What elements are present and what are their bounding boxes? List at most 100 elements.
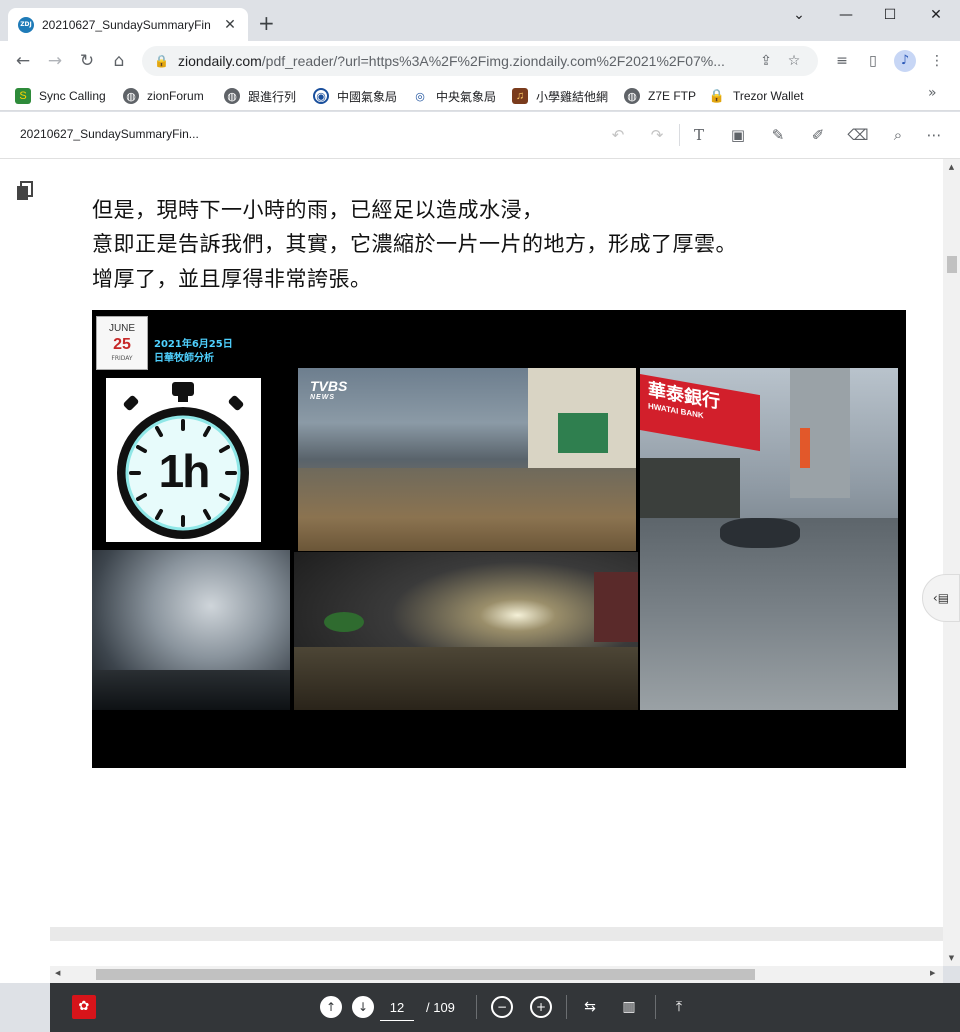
- cwb-icon: ◎: [412, 88, 428, 104]
- bookmark-label: Z7E FTP: [648, 89, 697, 103]
- fit-width-icon[interactable]: ⇆: [579, 996, 601, 1018]
- lock-icon[interactable]: 🔒: [154, 54, 169, 68]
- forward-arrow-icon[interactable]: →: [44, 50, 66, 72]
- calendar-day: 25: [113, 336, 131, 353]
- roadside-shrub-shape: [324, 612, 364, 632]
- tab-strip: ZDJ 20210627_SundaySummaryFin ✕ + ⌄ — ☐ …: [0, 0, 960, 41]
- highlight-tool-icon[interactable]: ✎: [767, 124, 789, 146]
- toolbar-divider: [679, 124, 680, 146]
- browser-toolbar: ← → ↻ ⌂ 🔒 ziondaily.com/pdf_reader/?url=…: [0, 41, 960, 81]
- storm-cloud-photo: [92, 550, 290, 710]
- profile-avatar-icon[interactable]: ♪: [894, 50, 916, 72]
- home-icon[interactable]: ⌂: [108, 50, 130, 72]
- bookmark-follow-up-queue[interactable]: ◍ 跟進行列: [224, 86, 296, 106]
- download-icon[interactable]: ⤒: [668, 996, 690, 1018]
- weather-bureau-icon: ◉: [313, 88, 329, 104]
- pdf-bottom-bar: ✿ ↑ ↓ 12 / 109 − + ⇆ ▥ ⤒: [50, 983, 960, 1032]
- comment-tool-icon[interactable]: ▣: [727, 124, 749, 146]
- maximize-window-button[interactable]: ☐: [867, 4, 913, 26]
- back-arrow-icon[interactable]: ←: [12, 50, 34, 72]
- sync-calling-icon: S: [15, 88, 31, 104]
- truck-shape: [594, 572, 638, 642]
- draw-tool-icon[interactable]: ✐: [807, 124, 829, 146]
- pdf-header-toolbar: 20210627_SundaySummaryFin... ↶ ↷ T ▣ ✎ ✐…: [0, 112, 960, 159]
- bookmark-guitar-site[interactable]: ♫ 小學雞結他網: [512, 86, 608, 106]
- night-floodwater-shape: [294, 647, 638, 710]
- image-caption: 2021年6月25日 日華牧師分析: [154, 338, 233, 366]
- bookmark-china-meteorological[interactable]: ◉ 中國氣象局: [313, 86, 397, 106]
- url-text[interactable]: ziondaily.com/pdf_reader/?url=https%3A%2…: [178, 53, 752, 69]
- caption-author: 日華牧師分析: [154, 353, 214, 364]
- caption-date: 2021年6月25日: [154, 339, 233, 350]
- zoom-in-icon[interactable]: +: [530, 996, 552, 1018]
- guitar-icon: ♫: [512, 88, 528, 104]
- scroll-left-arrow-icon[interactable]: ◀: [55, 969, 60, 977]
- vertical-scroll-thumb[interactable]: [947, 256, 957, 273]
- new-tab-button[interactable]: +: [258, 13, 275, 33]
- browser-menu-icon[interactable]: ⋮: [925, 50, 949, 72]
- search-icon[interactable]: ⌕: [887, 124, 909, 146]
- bookmark-sync-calling[interactable]: S Sync Calling: [15, 86, 106, 106]
- scroll-right-arrow-icon[interactable]: ▶: [930, 969, 935, 977]
- fit-page-icon[interactable]: ▥: [618, 996, 640, 1018]
- scroll-up-arrow-icon[interactable]: ▲: [943, 163, 960, 171]
- lock-icon: 🔒: [708, 88, 726, 103]
- tab-close-icon[interactable]: ✕: [222, 17, 238, 33]
- pdf-text-line-3: 增厚了，並且厚得非常誇張。: [92, 267, 372, 291]
- flooded-street-photo: TVBS NEWS: [298, 368, 636, 551]
- zoom-out-icon[interactable]: −: [491, 996, 513, 1018]
- tvbs-news-logo: TVBS NEWS: [310, 379, 347, 404]
- bottom-divider: [476, 995, 477, 1019]
- bookmark-z7e-ftp[interactable]: ◍ Z7E FTP: [624, 86, 696, 106]
- vertical-scrollbar[interactable]: ▲ ▼: [943, 159, 960, 966]
- tab-search-chevron-icon[interactable]: ⌄: [776, 4, 822, 26]
- more-options-icon[interactable]: ⋯: [923, 124, 945, 146]
- pdf-viewport[interactable]: 但是，現時下一小時的雨，已經足以造成水浸， 意即正是告訴我們，其實，它濃縮於一片…: [50, 159, 943, 966]
- url-path: /pdf_reader/?url=https%3A%2F%2Fimg.ziond…: [261, 53, 725, 69]
- bookmarks-overflow-icon[interactable]: »: [928, 85, 937, 101]
- floodwater-shape: [298, 468, 636, 551]
- stopwatch-panel: 1h: [106, 378, 261, 542]
- eraser-tool-icon[interactable]: ⌫: [847, 124, 869, 146]
- globe-icon: ◍: [224, 88, 240, 104]
- bookmark-zionforum[interactable]: ◍ zionForum: [123, 86, 204, 106]
- calendar-page-icon: JUNE 25 FRIDAY: [96, 316, 148, 370]
- side-panel-icon[interactable]: ▯: [861, 50, 885, 72]
- bookmarks-bar: S Sync Calling ◍ zionForum ◍ 跟進行列 ◉ 中國氣象…: [0, 81, 960, 111]
- submerged-scooters-shape: [720, 518, 800, 548]
- pdf-text-line-2: 意即正是告訴我們，其實，它濃縮於一片一片的地方，形成了厚雲。: [92, 232, 737, 256]
- share-icon[interactable]: ⇪: [752, 53, 780, 69]
- address-bar[interactable]: 🔒 ziondaily.com/pdf_reader/?url=https%3A…: [142, 46, 818, 76]
- previous-page-icon[interactable]: ↑: [320, 996, 342, 1018]
- redo-icon[interactable]: ↷: [646, 124, 668, 146]
- next-page-icon[interactable]: ↓: [352, 996, 374, 1018]
- reload-icon[interactable]: ↻: [76, 50, 98, 72]
- globe-icon: ◍: [123, 88, 139, 104]
- calendar-weekday: FRIDAY: [111, 355, 133, 362]
- media-control-icon[interactable]: ≡: [830, 50, 854, 72]
- horizontal-scrollbar[interactable]: ◀ ▶: [50, 966, 943, 983]
- page-thumbnails-icon[interactable]: [16, 181, 34, 201]
- text-tool-icon[interactable]: T: [688, 124, 710, 146]
- bank-sign: 華泰銀行 HWATAI BANK: [640, 374, 760, 452]
- building-shape: [790, 368, 850, 498]
- pdf-next-page: [50, 941, 943, 966]
- undo-icon[interactable]: ↶: [607, 124, 629, 146]
- page-number-input[interactable]: 12: [380, 995, 414, 1021]
- bookmark-label: 跟進行列: [248, 89, 297, 104]
- scroll-down-arrow-icon[interactable]: ▼: [943, 954, 960, 962]
- url-host: ziondaily.com: [178, 53, 262, 69]
- minimize-window-button[interactable]: —: [823, 4, 869, 26]
- calendar-month: JUNE: [108, 323, 136, 334]
- ziondaily-favicon-icon: ZDJ: [18, 16, 34, 33]
- bookmark-star-icon[interactable]: ☆: [780, 53, 808, 69]
- close-window-button[interactable]: ✕: [913, 4, 959, 26]
- acrobat-logo-icon: ✿: [72, 995, 96, 1019]
- bookmark-label: Sync Calling: [39, 89, 106, 103]
- bookmark-central-weather[interactable]: ◎ 中央氣象局: [412, 86, 496, 106]
- bottom-divider: [655, 995, 656, 1019]
- browser-tab-active[interactable]: ZDJ 20210627_SundaySummaryFin ✕: [8, 8, 248, 41]
- tab-title: 20210627_SundaySummaryFin: [42, 17, 211, 32]
- bookmark-trezor-wallet[interactable]: 🔒 Trezor Wallet: [708, 86, 804, 106]
- horizontal-scroll-thumb[interactable]: [96, 969, 755, 980]
